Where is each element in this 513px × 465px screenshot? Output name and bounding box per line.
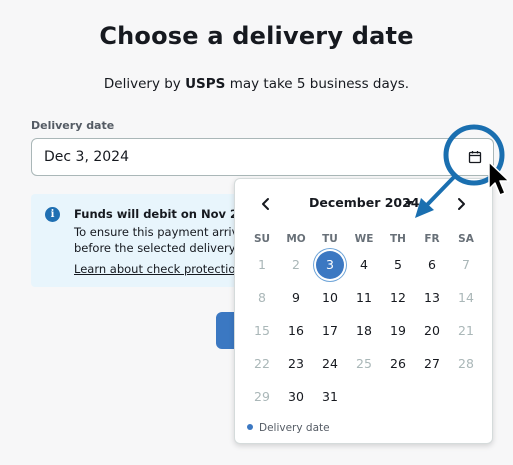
day-number: 3 bbox=[316, 251, 344, 279]
day-number: 19 bbox=[390, 323, 406, 338]
day-number: 23 bbox=[288, 356, 304, 371]
calendar-day[interactable]: 30 bbox=[279, 383, 313, 411]
weekday-label: MO bbox=[286, 233, 306, 245]
day-number: 27 bbox=[424, 356, 440, 371]
day-number: 9 bbox=[292, 290, 300, 305]
calendar-day[interactable]: 27 bbox=[415, 350, 449, 378]
day-number: 26 bbox=[390, 356, 406, 371]
calendar-day: 28 bbox=[449, 350, 483, 378]
calendar-day: 25 bbox=[347, 350, 381, 378]
weekday-label: WE bbox=[354, 233, 374, 245]
day-number: 13 bbox=[424, 290, 440, 305]
calendar-day: 29 bbox=[245, 383, 279, 411]
legend-dot bbox=[247, 424, 253, 430]
check-protection-link[interactable]: Learn about check protection bbox=[74, 262, 243, 276]
day-number: 6 bbox=[428, 257, 436, 272]
page-title: Choose a delivery date bbox=[99, 22, 414, 50]
chevron-left-icon[interactable] bbox=[257, 195, 275, 213]
weekday-label: FR bbox=[424, 233, 440, 245]
subtitle-text-start: Delivery by bbox=[103, 76, 186, 92]
day-number: 30 bbox=[288, 389, 304, 404]
calendar-day[interactable]: 13 bbox=[415, 284, 449, 312]
day-number: 14 bbox=[458, 290, 474, 305]
chevron-right-icon[interactable] bbox=[452, 195, 470, 213]
month-selector[interactable]: December 2024 bbox=[309, 195, 420, 210]
day-number: 7 bbox=[462, 257, 470, 272]
info-line-2: before the selected delivery d bbox=[74, 241, 247, 255]
calendar-legend: Delivery date bbox=[247, 422, 330, 434]
day-number: 15 bbox=[254, 323, 270, 338]
delivery-date-value: Dec 3, 2024 bbox=[44, 149, 129, 165]
calendar-day: 7 bbox=[449, 251, 483, 279]
info-line-1: To ensure this payment arrive bbox=[74, 225, 246, 239]
calendar-header: December 2024 bbox=[235, 193, 492, 215]
calendar-day[interactable]: 24 bbox=[313, 350, 347, 378]
day-number: 21 bbox=[458, 323, 474, 338]
calendar-day[interactable]: 19 bbox=[381, 317, 415, 345]
calendar-day[interactable]: 26 bbox=[381, 350, 415, 378]
calendar-day[interactable]: 23 bbox=[279, 350, 313, 378]
day-number: 18 bbox=[356, 323, 372, 338]
delivery-date-input[interactable]: Dec 3, 2024 bbox=[31, 138, 494, 176]
day-number: 28 bbox=[458, 356, 474, 371]
day-number: 10 bbox=[322, 290, 338, 305]
calendar-day[interactable]: 11 bbox=[347, 284, 381, 312]
calendar-day[interactable]: 12 bbox=[381, 284, 415, 312]
caret-down-icon[interactable] bbox=[405, 201, 413, 206]
calendar-day: 1 bbox=[245, 251, 279, 279]
calendar-icon[interactable] bbox=[467, 149, 483, 165]
calendar-day[interactable]: 31 bbox=[313, 383, 347, 411]
weekday-label: SU bbox=[253, 233, 271, 245]
calendar-day[interactable]: 6 bbox=[415, 251, 449, 279]
calendar-day: 2 bbox=[279, 251, 313, 279]
day-number: 1 bbox=[258, 257, 266, 272]
delivery-date-label: Delivery date bbox=[31, 119, 115, 132]
calendar-day: 15 bbox=[245, 317, 279, 345]
day-number: 24 bbox=[322, 356, 338, 371]
day-number: 31 bbox=[322, 389, 338, 404]
weekday-row: SU MO TU WE TH FR SA bbox=[245, 233, 483, 247]
calendar-day[interactable]: 5 bbox=[381, 251, 415, 279]
day-number: 29 bbox=[254, 389, 270, 404]
day-number: 12 bbox=[390, 290, 406, 305]
legend-label: Delivery date bbox=[259, 422, 330, 434]
day-number: 16 bbox=[288, 323, 304, 338]
day-number: 5 bbox=[394, 257, 402, 272]
calendar-day[interactable]: 17 bbox=[313, 317, 347, 345]
calendar-day: 22 bbox=[245, 350, 279, 378]
calendar-day[interactable]: 10 bbox=[313, 284, 347, 312]
day-number: 17 bbox=[322, 323, 338, 338]
calendar-day: 14 bbox=[449, 284, 483, 312]
weekday-label: TH bbox=[390, 233, 406, 245]
calendar-day[interactable]: 4 bbox=[347, 251, 381, 279]
day-number: 8 bbox=[258, 290, 266, 305]
weekday-label: TU bbox=[322, 233, 338, 245]
day-number: 2 bbox=[292, 257, 300, 272]
calendar-day: 21 bbox=[449, 317, 483, 345]
day-number: 11 bbox=[356, 290, 372, 305]
info-icon: i bbox=[45, 207, 60, 222]
info-box: i Funds will debit on Nov 25, 2 To ensur… bbox=[31, 194, 262, 287]
calendar-day[interactable]: 18 bbox=[347, 317, 381, 345]
day-number: 22 bbox=[254, 356, 270, 371]
day-number: 20 bbox=[424, 323, 440, 338]
calendar-day[interactable]: 20 bbox=[415, 317, 449, 345]
weekday-label: SA bbox=[458, 233, 474, 245]
calendar-day[interactable]: 16 bbox=[279, 317, 313, 345]
subtitle-text-end: may take 5 business days. bbox=[225, 76, 410, 92]
calendar-day: 8 bbox=[245, 284, 279, 312]
day-number: 4 bbox=[360, 257, 368, 272]
day-number: 25 bbox=[356, 356, 372, 371]
calendar-popup: December 2024 SU MO TU WE TH FR SA 1 2 3 4 5 6 7 8 9 10… bbox=[234, 178, 493, 444]
selected-day[interactable]: 3 bbox=[313, 251, 347, 279]
day-grid: 1 2 3 4 5 6 7 8 9 10 11 12 13 14 15 16 17 18 19 20 21 22 23 24 2… bbox=[245, 251, 483, 427]
calendar-day[interactable]: 9 bbox=[279, 284, 313, 312]
page-subtitle: Delivery by USPS may take 5 business day… bbox=[0, 76, 513, 92]
carrier-name: USPS bbox=[185, 76, 226, 92]
